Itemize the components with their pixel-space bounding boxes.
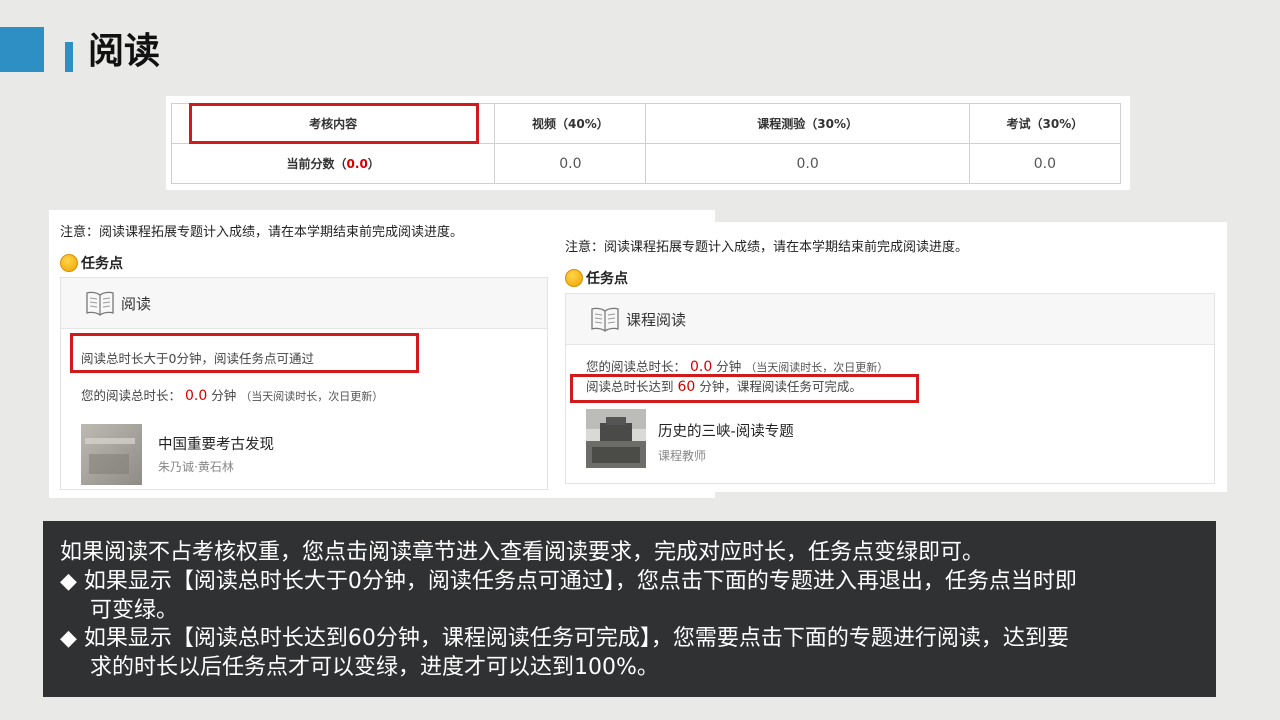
exam-score: 0.0 bbox=[968, 143, 1122, 184]
left-task-label: 任务点 bbox=[60, 253, 123, 273]
left-card-header[interactable]: 阅读 bbox=[61, 278, 547, 329]
header-cell-exam: 考试（30%） bbox=[968, 103, 1122, 144]
bullet-1: ◆ 如果显示【阅读总时长大于0分钟，阅读任务点可通过】，您点击下面的专题进入再退… bbox=[60, 568, 1077, 596]
current-score-value: 0.0 bbox=[346, 157, 368, 171]
left-total-unit: 分钟 bbox=[211, 388, 237, 403]
left-book-author: 朱乃诚·黄石林 bbox=[158, 460, 234, 474]
right-total-unit: 分钟 bbox=[716, 359, 742, 374]
open-book-icon bbox=[86, 291, 114, 316]
right-card-title: 课程阅读 bbox=[626, 310, 687, 329]
bullet-2: ◆ 如果显示【阅读总时长达到60分钟，课程阅读任务可完成】，您需要点击下面的专题… bbox=[60, 625, 1069, 653]
topic-cover-thumbnail[interactable] bbox=[586, 409, 646, 468]
video-score: 0.0 bbox=[494, 143, 647, 184]
left-note: 注意：阅读课程拓展专题计入成绩，请在本学期结束前完成阅读进度。 bbox=[60, 225, 464, 240]
left-total-hint: （当天阅读时长，次日更新） bbox=[240, 390, 384, 403]
quiz-score: 0.0 bbox=[645, 143, 970, 184]
instruction-box: 如果阅读不占考核权重，您点击阅读章节进入查看阅读要求，完成对应时长，任务点变绿即… bbox=[43, 521, 1216, 697]
highlight-box-left-requirement bbox=[70, 333, 419, 373]
header-accent-block bbox=[0, 27, 44, 72]
bullet-diamond-icon: ◆ bbox=[60, 569, 77, 594]
right-note: 注意：阅读课程拓展专题计入成绩，请在本学期结束前完成阅读进度。 bbox=[565, 240, 969, 255]
right-total-time: 您的阅读总时长： 0.0 分钟 （当天阅读时长，次日更新） bbox=[586, 356, 888, 375]
bullet-1-line-1: 如果显示【阅读总时长大于0分钟，阅读任务点可通过】，您点击下面的专题进入再退出，… bbox=[83, 569, 1077, 594]
right-total-hint: （当天阅读时长，次日更新） bbox=[745, 361, 889, 374]
score-value-row: 当前分数（0.0） 0.0 0.0 0.0 bbox=[170, 143, 1122, 184]
right-task-label: 任务点 bbox=[565, 268, 628, 288]
open-book-icon bbox=[591, 307, 619, 332]
instruction-line-1: 如果阅读不占考核权重，您点击阅读章节进入查看阅读要求，完成对应时长，任务点变绿即… bbox=[60, 540, 985, 565]
current-score-suffix: ） bbox=[367, 157, 380, 171]
left-task-label-text: 任务点 bbox=[81, 256, 123, 272]
right-total-prefix: 您的阅读总时长： bbox=[586, 359, 687, 374]
current-score-prefix: 当前分数（ bbox=[286, 157, 347, 171]
page-title: 阅读 bbox=[88, 31, 161, 72]
bullet-2-line-1: 如果显示【阅读总时长达到60分钟，课程阅读任务可完成】，您需要点击下面的专题进行… bbox=[83, 626, 1069, 651]
header-accent-bar bbox=[65, 42, 73, 72]
left-total-prefix: 您的阅读总时长： bbox=[81, 388, 182, 403]
current-score-label: 当前分数（0.0） bbox=[170, 143, 496, 184]
task-point-icon bbox=[565, 269, 583, 287]
score-table-card: 考核内容 视频（40%） 课程测验（30%） 考试（30%） 当前分数（0.0）… bbox=[166, 96, 1130, 190]
book-cover-thumbnail[interactable] bbox=[81, 424, 142, 485]
right-topic-author: 课程教师 bbox=[658, 449, 707, 463]
left-total-value: 0.0 bbox=[185, 388, 208, 404]
left-card-title: 阅读 bbox=[121, 294, 152, 313]
header-cell-quiz: 课程测验（30%） bbox=[645, 103, 970, 144]
bullet-diamond-icon: ◆ bbox=[60, 626, 77, 651]
bullet-1-line-2: 可变绿。 bbox=[90, 598, 179, 623]
header-cell-video: 视频（40%） bbox=[494, 103, 647, 144]
highlight-box-right-requirement bbox=[570, 374, 919, 403]
right-card-header[interactable]: 课程阅读 bbox=[566, 294, 1214, 345]
left-book-title[interactable]: 中国重要考古发现 bbox=[158, 433, 274, 454]
left-reading-card: 阅读 阅读总时长大于0分钟，阅读任务点可通过 您的阅读总时长： 0.0 分钟 （… bbox=[60, 277, 548, 490]
bullet-2-line-2: 求的时长以后任务点才可以变绿，进度才可以达到100%。 bbox=[90, 655, 659, 680]
task-point-icon bbox=[60, 254, 78, 272]
left-total-time: 您的阅读总时长： 0.0 分钟 （当天阅读时长，次日更新） bbox=[81, 385, 383, 404]
right-total-value: 0.0 bbox=[690, 359, 713, 375]
highlight-box-assessment bbox=[189, 103, 479, 144]
right-task-label-text: 任务点 bbox=[586, 271, 628, 287]
right-topic-title[interactable]: 历史的三峡-阅读专题 bbox=[658, 420, 794, 441]
right-reading-panel: 注意：阅读课程拓展专题计入成绩，请在本学期结束前完成阅读进度。 任务点 课程阅读… bbox=[558, 222, 1227, 492]
